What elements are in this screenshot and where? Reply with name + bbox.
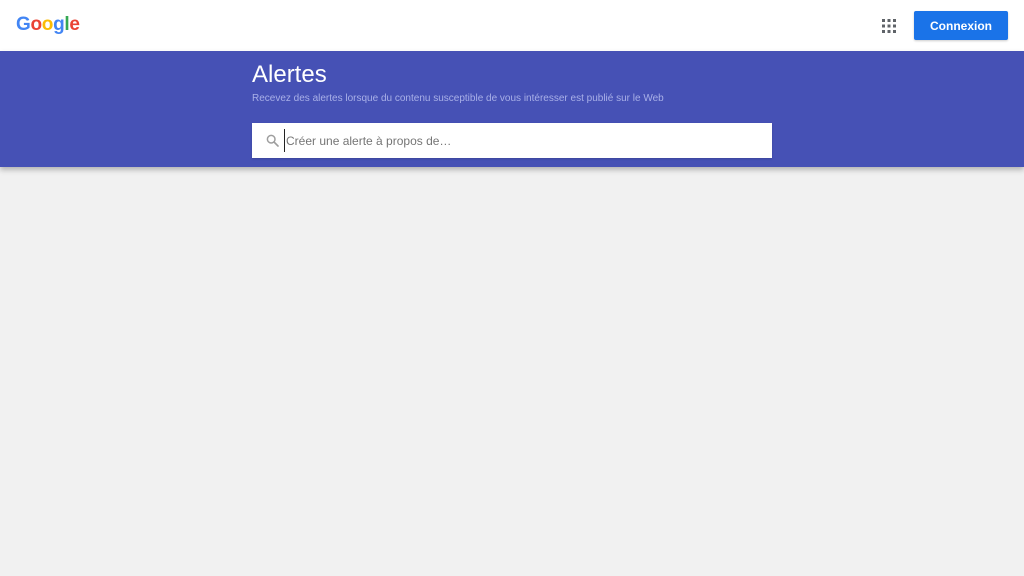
logo-letter: o [30, 14, 42, 35]
top-bar: Google Connexion [0, 0, 1024, 51]
logo-letter: g [53, 14, 65, 35]
signin-button[interactable]: Connexion [914, 11, 1008, 40]
create-alert-search-box[interactable] [252, 123, 772, 158]
logo-letter: e [69, 14, 80, 35]
page-subtitle: Recevez des alertes lorsque du contenu s… [252, 93, 664, 104]
alerts-hero-banner: Alertes Recevez des alertes lorsque du c… [0, 51, 1024, 167]
search-icon [266, 134, 279, 147]
page-title: Alertes [252, 61, 327, 88]
google-logo[interactable]: Google [16, 13, 80, 37]
logo-letter: G [16, 14, 31, 35]
create-alert-input[interactable] [284, 129, 756, 152]
logo-letter: o [41, 14, 54, 35]
apps-grid-icon[interactable] [876, 13, 902, 39]
